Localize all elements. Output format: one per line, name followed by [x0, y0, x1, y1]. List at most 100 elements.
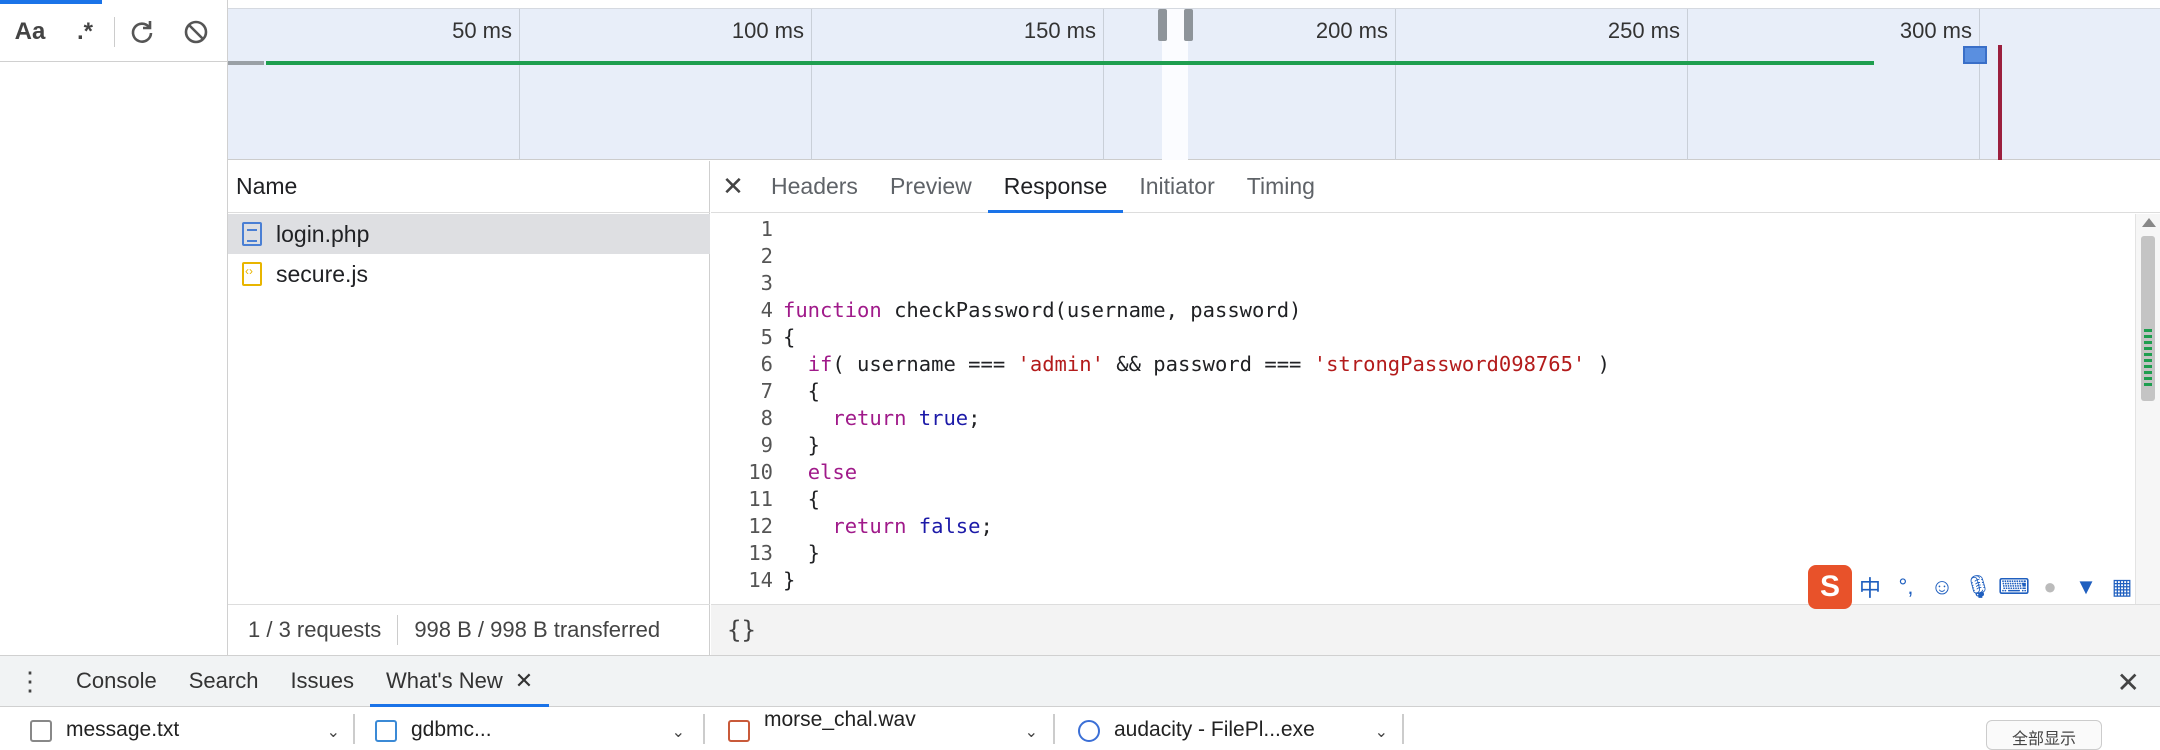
- apps-grid-icon[interactable]: ▦: [2104, 574, 2140, 600]
- chevron-down-icon[interactable]: ⌄: [1025, 722, 1038, 742]
- code-line: 1: [711, 216, 783, 243]
- user-icon[interactable]: ●: [2032, 574, 2068, 600]
- ime-toolbar: S 中 °, ☺ 🎙 ⌨ ● ▼ ▦: [1808, 563, 2160, 611]
- divider: [1402, 714, 1404, 744]
- tab-headers[interactable]: Headers: [755, 161, 874, 212]
- timeline-right-handle[interactable]: [1184, 9, 1193, 41]
- response-code-view[interactable]: 1 2 3 4 function checkPassword(username, …: [711, 214, 2135, 604]
- code-line: 11 {: [711, 486, 820, 513]
- grid-line: [1103, 9, 1104, 160]
- request-row-login[interactable]: login.php: [228, 214, 710, 254]
- download-name: audacity - FilePl...exe: [1114, 718, 1315, 741]
- regex-button[interactable]: .*: [68, 14, 102, 50]
- code-text: {: [783, 325, 796, 349]
- line-number: 3: [760, 271, 773, 295]
- line-number: 8: [760, 406, 773, 430]
- script-icon: [242, 262, 262, 286]
- tab-response[interactable]: Response: [987, 161, 1124, 213]
- download-bar: message.txt ⌄ gdbmc... ⌄ morse_chal.wav …: [0, 708, 2160, 750]
- refresh-icon[interactable]: [124, 14, 160, 50]
- scroll-up-icon[interactable]: [2142, 218, 2156, 227]
- waterfall-request-bar: [266, 61, 1874, 65]
- close-tab-icon[interactable]: ✕: [515, 668, 533, 694]
- file-icon: [375, 720, 397, 742]
- request-name: login.php: [276, 220, 370, 247]
- request-name: secure.js: [276, 260, 369, 287]
- divider: [1053, 714, 1055, 744]
- pretty-print-button[interactable]: {}: [727, 616, 756, 644]
- line-number: 2: [760, 244, 773, 268]
- tab-initiator[interactable]: Initiator: [1123, 161, 1230, 212]
- detail-footer: {}: [711, 604, 2160, 655]
- code-line: 7 {: [711, 378, 820, 405]
- code-line: 12 return false;: [711, 513, 993, 540]
- active-indicator: [0, 0, 102, 4]
- tab-search[interactable]: Search: [173, 656, 275, 706]
- line-number: 10: [748, 460, 773, 484]
- tick-label: 250 ms: [1607, 18, 1680, 43]
- timeline-left-handle[interactable]: [1158, 9, 1167, 41]
- match-case-button[interactable]: Aa: [10, 14, 50, 50]
- code-text: {: [783, 487, 821, 511]
- timeline-overview[interactable]: 50 ms 100 ms 150 ms 200 ms 250 ms 300 ms: [228, 0, 2160, 160]
- tab-timing[interactable]: Timing: [1231, 161, 1331, 212]
- line-number: 7: [760, 379, 773, 403]
- download-item[interactable]: message.txt ⌄: [30, 710, 350, 745]
- code-line: 5{: [711, 324, 796, 351]
- tab-whats-new[interactable]: What's New ✕: [370, 656, 550, 707]
- download-name: message.txt: [66, 718, 180, 741]
- clear-icon[interactable]: [178, 14, 214, 50]
- tick-label: 200 ms: [1315, 18, 1388, 43]
- microphone-icon[interactable]: 🎙: [1960, 574, 1996, 600]
- line-number: 4: [760, 298, 773, 322]
- more-tools-icon[interactable]: ⋮: [0, 656, 60, 706]
- line-number: 14: [748, 568, 773, 592]
- request-list: Name login.php secure.js 1 / 3 requests …: [228, 161, 710, 655]
- chevron-down-icon[interactable]: ⌄: [327, 722, 340, 742]
- chevron-down-icon[interactable]: ⌄: [672, 722, 685, 742]
- chevron-down-icon[interactable]: ⌄: [1375, 722, 1388, 742]
- filter-sidebar: Aa .*: [0, 0, 228, 655]
- download-item[interactable]: audacity - FilePl...exe ⌄: [1078, 710, 1398, 745]
- keyboard-icon[interactable]: ⌨: [1996, 574, 2032, 600]
- divider: [353, 714, 355, 744]
- skin-icon[interactable]: ▼: [2068, 574, 2104, 600]
- close-icon[interactable]: ✕: [711, 161, 755, 212]
- tick-label: 50 ms: [452, 18, 512, 43]
- close-drawer-icon[interactable]: ✕: [2117, 666, 2140, 699]
- request-row-secure[interactable]: secure.js: [228, 254, 710, 294]
- waterfall-queue-bar: [228, 61, 264, 65]
- show-all-button[interactable]: 全部显示: [1986, 720, 2102, 750]
- code-text: function checkPassword(username, passwor…: [783, 298, 1302, 322]
- download-item[interactable]: morse_chal.wav ⌄: [728, 710, 1048, 745]
- line-number: 1: [760, 217, 773, 241]
- ime-mode-toggle[interactable]: 中: [1852, 571, 1888, 603]
- tab-label: What's New: [386, 668, 503, 693]
- code-text: }: [783, 541, 821, 565]
- line-number: 12: [748, 514, 773, 538]
- tab-preview[interactable]: Preview: [874, 161, 988, 212]
- line-number: 5: [760, 325, 773, 349]
- code-scrollbar[interactable]: [2135, 214, 2160, 604]
- tick-label: 300 ms: [1899, 18, 1972, 43]
- code-line: 3: [711, 270, 783, 297]
- name-column-header[interactable]: Name: [228, 161, 710, 213]
- summary-divider: [397, 615, 399, 645]
- line-number: 9: [760, 433, 773, 457]
- request-count: 1 / 3 requests: [248, 617, 382, 642]
- line-number: 11: [748, 487, 773, 511]
- document-icon: [242, 222, 262, 246]
- download-item[interactable]: gdbmc... ⌄: [375, 710, 695, 745]
- code-line: 8 return true;: [711, 405, 981, 432]
- grid-line: [519, 9, 520, 160]
- emoji-icon[interactable]: ☺: [1924, 574, 1960, 600]
- code-line: 9 }: [711, 432, 820, 459]
- code-text: }: [783, 433, 821, 457]
- audio-file-icon: [728, 720, 750, 742]
- tab-console[interactable]: Console: [60, 656, 173, 706]
- ime-punctuation-toggle[interactable]: °,: [1888, 574, 1924, 600]
- ime-logo[interactable]: S: [1808, 565, 1852, 609]
- tab-issues[interactable]: Issues: [274, 656, 370, 706]
- grid-line: [811, 9, 812, 160]
- line-number: 6: [760, 352, 773, 376]
